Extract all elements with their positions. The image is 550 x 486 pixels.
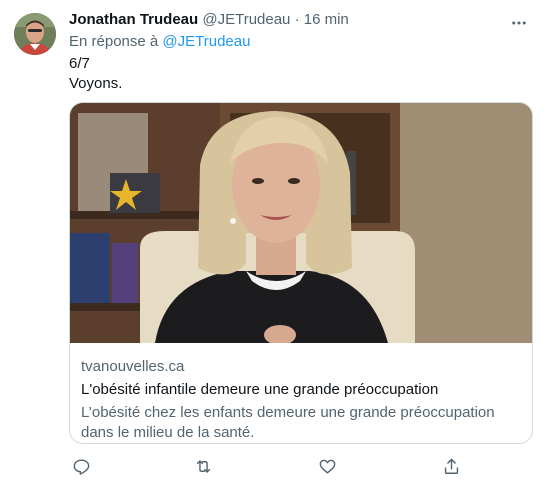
heart-icon xyxy=(319,459,335,474)
tweet[interactable]: Jonathan Trudeau @JETrudeau · 16 min En … xyxy=(0,0,550,486)
tweet-timestamp[interactable]: 16 min xyxy=(304,11,349,28)
tweet-text-line: 6/7 xyxy=(69,55,90,72)
card-description: L’obésité chez les enfants demeure une g… xyxy=(81,404,495,441)
avatar-image xyxy=(14,13,56,55)
like-button[interactable] xyxy=(315,454,339,478)
avatar[interactable] xyxy=(14,13,56,55)
card-image[interactable] xyxy=(70,103,532,343)
share-button[interactable] xyxy=(439,454,463,478)
tweet-content: Jonathan Trudeau @JETrudeau · 16 min En … xyxy=(69,10,533,94)
author-handle[interactable]: @JETrudeau xyxy=(202,11,290,28)
reply-button[interactable] xyxy=(69,454,93,478)
more-options-button[interactable] xyxy=(506,10,532,36)
tweet-actions xyxy=(69,454,533,478)
reply-prefix: En réponse à xyxy=(69,33,159,50)
card-domain: tvanouvelles.ca xyxy=(81,358,185,375)
link-card[interactable]: tvanouvelles.ca L'obésité infantile deme… xyxy=(69,102,533,444)
tweet-text: 6/7 Voyons. xyxy=(69,54,533,94)
author-display-name[interactable]: Jonathan Trudeau xyxy=(69,11,198,28)
card-title[interactable]: L'obésité infantile demeure une grande p… xyxy=(81,380,521,400)
share-icon xyxy=(444,458,458,474)
retweet-button[interactable] xyxy=(191,454,215,478)
reply-icon xyxy=(73,458,89,475)
card-meta: tvanouvelles.ca L'obésité infantile deme… xyxy=(81,357,521,443)
reply-mention-link[interactable]: @JETrudeau xyxy=(162,33,250,50)
reply-context: En réponse à @JETrudeau xyxy=(69,32,533,52)
tweet-text-line: Voyons. xyxy=(69,75,123,92)
header-separator: · xyxy=(294,11,300,28)
more-horizontal-icon xyxy=(512,21,526,25)
card-photo xyxy=(70,103,532,343)
tweet-header: Jonathan Trudeau @JETrudeau · 16 min xyxy=(69,10,533,30)
retweet-icon xyxy=(196,459,210,473)
